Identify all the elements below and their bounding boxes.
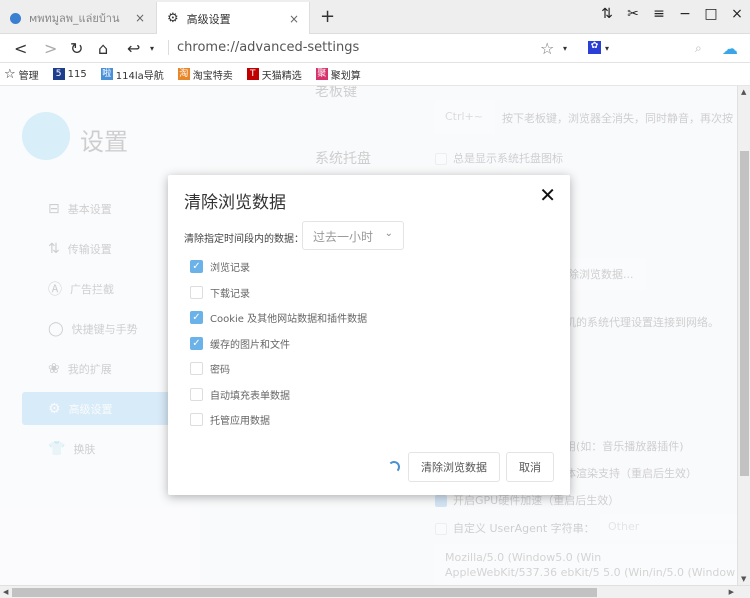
chevron-down-icon: ⌄	[384, 228, 393, 239]
tab-advanced-settings[interactable]: ⚙ 高级设置 ×	[156, 2, 310, 35]
undo-dropdown-icon[interactable]: ▾	[150, 44, 154, 53]
option-cookies[interactable]: ✓ Cookie 及其他网站数据和插件数据	[190, 310, 367, 325]
option-history[interactable]: ✓ 浏览记录	[190, 259, 250, 274]
scroll-up-icon[interactable]: ▲	[741, 88, 746, 96]
option-label: 自动填充表单数据	[210, 391, 290, 402]
vertical-scrollbar[interactable]: ▲ ▼	[737, 86, 750, 585]
cancel-button[interactable]: 取消	[506, 452, 554, 482]
close-icon[interactable]: ✕	[539, 183, 556, 207]
option-label: 密码	[210, 365, 230, 376]
option-label: 托管应用数据	[210, 416, 270, 427]
checkbox[interactable]: ✓	[190, 260, 203, 273]
close-window-button[interactable]: ×	[724, 6, 750, 22]
option-hosted-apps[interactable]: 托管应用数据	[190, 412, 270, 427]
home-icon[interactable]: ⌂	[98, 39, 108, 58]
bookmark-taobao[interactable]: 淘淘宝特卖	[177, 67, 233, 82]
bookmark-label: 115	[67, 68, 87, 80]
option-label: 下载记录	[210, 289, 250, 300]
new-tab-button[interactable]: +	[320, 6, 335, 27]
bookmark-label: 淘宝特卖	[192, 70, 233, 82]
tab-title: 高级设置	[186, 12, 231, 26]
checkbox[interactable]	[190, 286, 203, 299]
time-range-value: 过去一小时	[313, 230, 374, 244]
cloud-icon[interactable]: ☁	[722, 39, 738, 58]
scissors-icon[interactable]: ✂	[620, 6, 646, 22]
tab-bar: мพทมูลพ_แล่ยบ้าน × ⚙ 高级设置 × + ⇅ ✂ ≡ − □ …	[0, 0, 750, 35]
option-downloads[interactable]: 下载记录	[190, 285, 250, 300]
checkbox[interactable]: ✓	[190, 311, 203, 324]
checkbox[interactable]	[190, 362, 203, 375]
115-icon: 5	[52, 68, 65, 80]
bookmark-label: 管理	[18, 70, 39, 82]
search-icon[interactable]: ⌕	[695, 41, 702, 56]
scroll-right-icon[interactable]: ▶	[729, 588, 734, 596]
undo-icon[interactable]: ↩	[127, 39, 140, 58]
star-icon[interactable]: ☆	[540, 39, 554, 58]
bookmark-juhuasuan[interactable]: 聚聚划算	[315, 67, 361, 82]
option-passwords[interactable]: 密码	[190, 361, 230, 376]
star-dropdown-icon[interactable]: ▾	[563, 44, 567, 53]
close-tab-icon[interactable]: ×	[289, 12, 299, 26]
checkbox[interactable]: ✓	[190, 337, 203, 350]
vertical-scroll-thumb[interactable]	[740, 151, 749, 476]
option-autofill[interactable]: 自动填充表单数据	[190, 387, 290, 402]
gear-icon: ⚙	[167, 11, 179, 26]
bookmarks-bar: ☆ 管理 5 115 啦 114la导航 淘淘宝特卖 T 天猫精选 聚聚划算	[0, 63, 750, 86]
tab-title: мพทมูลพ_แล่ยบ้าน	[29, 12, 120, 25]
option-label: 缓存的图片和文件	[210, 340, 290, 351]
minimize-button[interactable]: −	[672, 6, 698, 22]
clear-data-dialog: 清除浏览数据 ✕ 清除指定时间段内的数据： 过去一小时 ⌄ ✓ 浏览记录 下载记录 …	[168, 175, 570, 495]
globe-icon	[10, 12, 21, 24]
menu-icon[interactable]: ≡	[646, 6, 672, 22]
search-engine-dropdown-icon[interactable]: ▾	[605, 44, 609, 53]
reload-icon[interactable]: ↻	[70, 39, 83, 58]
transfer-icon[interactable]: ⇅	[594, 6, 620, 22]
scroll-down-icon[interactable]: ▼	[741, 575, 746, 583]
bookmark-label: 聚划算	[330, 70, 361, 82]
range-label: 清除指定时间段内的数据：	[184, 234, 304, 245]
bookmark-115[interactable]: 5 115	[52, 68, 87, 80]
scroll-left-icon[interactable]: ◀	[3, 588, 8, 596]
bookmark-manage[interactable]: ☆ 管理	[4, 67, 39, 82]
bookmark-tmall[interactable]: T 天猫精选	[246, 67, 302, 82]
juhuasuan-icon: 聚	[315, 68, 328, 80]
time-range-select[interactable]: 过去一小时 ⌄	[302, 221, 404, 250]
checkbox[interactable]	[190, 413, 203, 426]
url-input[interactable]: chrome://advanced-settings	[168, 40, 359, 55]
option-cache[interactable]: ✓ 缓存的图片和文件	[190, 336, 290, 351]
checkbox[interactable]	[190, 388, 203, 401]
maximize-button[interactable]: □	[698, 6, 724, 22]
window-controls: ⇅ ✂ ≡ − □ ×	[594, 6, 750, 22]
clear-data-confirm-button[interactable]: 清除浏览数据	[408, 452, 500, 482]
close-tab-icon[interactable]: ×	[135, 11, 145, 25]
tmall-icon: T	[246, 68, 259, 80]
option-label: Cookie 及其他网站数据和插件数据	[210, 314, 368, 325]
back-icon[interactable]: <	[14, 39, 27, 58]
taobao-icon: 淘	[177, 68, 190, 80]
bookmark-114la[interactable]: 啦 114la导航	[100, 67, 164, 82]
dialog-title: 清除浏览数据	[184, 193, 286, 213]
address-bar: < > ↻ ⌂ ↩ ▾ chrome://advanced-settings ☆…	[0, 34, 750, 63]
loading-spinner-icon	[388, 461, 400, 473]
114la-icon: 啦	[100, 68, 113, 80]
bookmark-label: 114la导航	[115, 70, 164, 82]
forward-icon[interactable]: >	[44, 39, 57, 58]
star-icon: ☆	[4, 66, 16, 82]
bookmark-label: 天猫精选	[261, 70, 302, 82]
tab-1[interactable]: мพทมูลพ_แล่ยบ้าน ×	[0, 2, 155, 34]
horizontal-scroll-thumb[interactable]	[12, 588, 597, 597]
horizontal-scrollbar[interactable]: ◀ ▶	[0, 585, 750, 598]
baidu-paw-icon[interactable]: ✿	[588, 41, 601, 54]
option-label: 浏览记录	[210, 263, 250, 274]
